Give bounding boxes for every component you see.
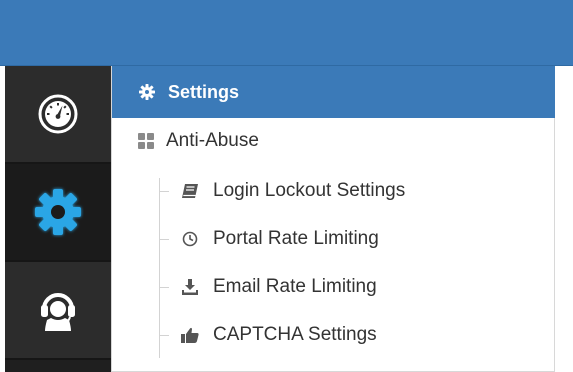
clock-icon: [179, 231, 201, 247]
rail-item-dashboard[interactable]: [5, 66, 111, 164]
menu-item-email-rate-limiting[interactable]: Email Rate Limiting: [159, 273, 377, 301]
left-icon-rail: [5, 66, 111, 372]
grid-icon: [138, 133, 154, 149]
menu-item-label: Email Rate Limiting: [213, 276, 377, 297]
menu-item-portal-rate-limiting[interactable]: Portal Rate Limiting: [159, 225, 379, 253]
tree-branch: [159, 286, 169, 288]
tree-branch: [159, 238, 169, 240]
menu-item-label: Portal Rate Limiting: [213, 228, 379, 249]
tree-branch: [159, 190, 169, 192]
settings-menu-panel: Anti-Abuse Login Lockout Settings Portal…: [112, 118, 555, 372]
gear-icon: [139, 84, 155, 100]
dashboard-icon: [37, 93, 79, 135]
menu-group-label: Anti-Abuse: [166, 130, 259, 151]
rail-item-settings[interactable]: [5, 164, 111, 262]
top-header-bar: [0, 0, 573, 66]
book-icon: [179, 183, 201, 199]
settings-menu: Settings Anti-Abuse Login Lockout Settin…: [111, 66, 573, 372]
menu-item-captcha-settings[interactable]: CAPTCHA Settings: [159, 321, 377, 349]
rail-item-support[interactable]: [5, 262, 111, 360]
menu-group-anti-abuse[interactable]: Anti-Abuse: [138, 130, 259, 152]
thumbs-up-icon: [179, 327, 201, 343]
menu-item-label: CAPTCHA Settings: [213, 324, 377, 345]
gear-icon: [32, 186, 84, 238]
download-icon: [179, 278, 201, 296]
settings-menu-title: Settings: [168, 81, 240, 102]
menu-item-label: Login Lockout Settings: [213, 180, 406, 201]
menu-item-login-lockout-settings[interactable]: Login Lockout Settings: [159, 177, 405, 205]
tree-branch: [159, 334, 169, 336]
support-headset-icon: [38, 287, 78, 333]
settings-menu-header[interactable]: Settings: [112, 66, 555, 118]
